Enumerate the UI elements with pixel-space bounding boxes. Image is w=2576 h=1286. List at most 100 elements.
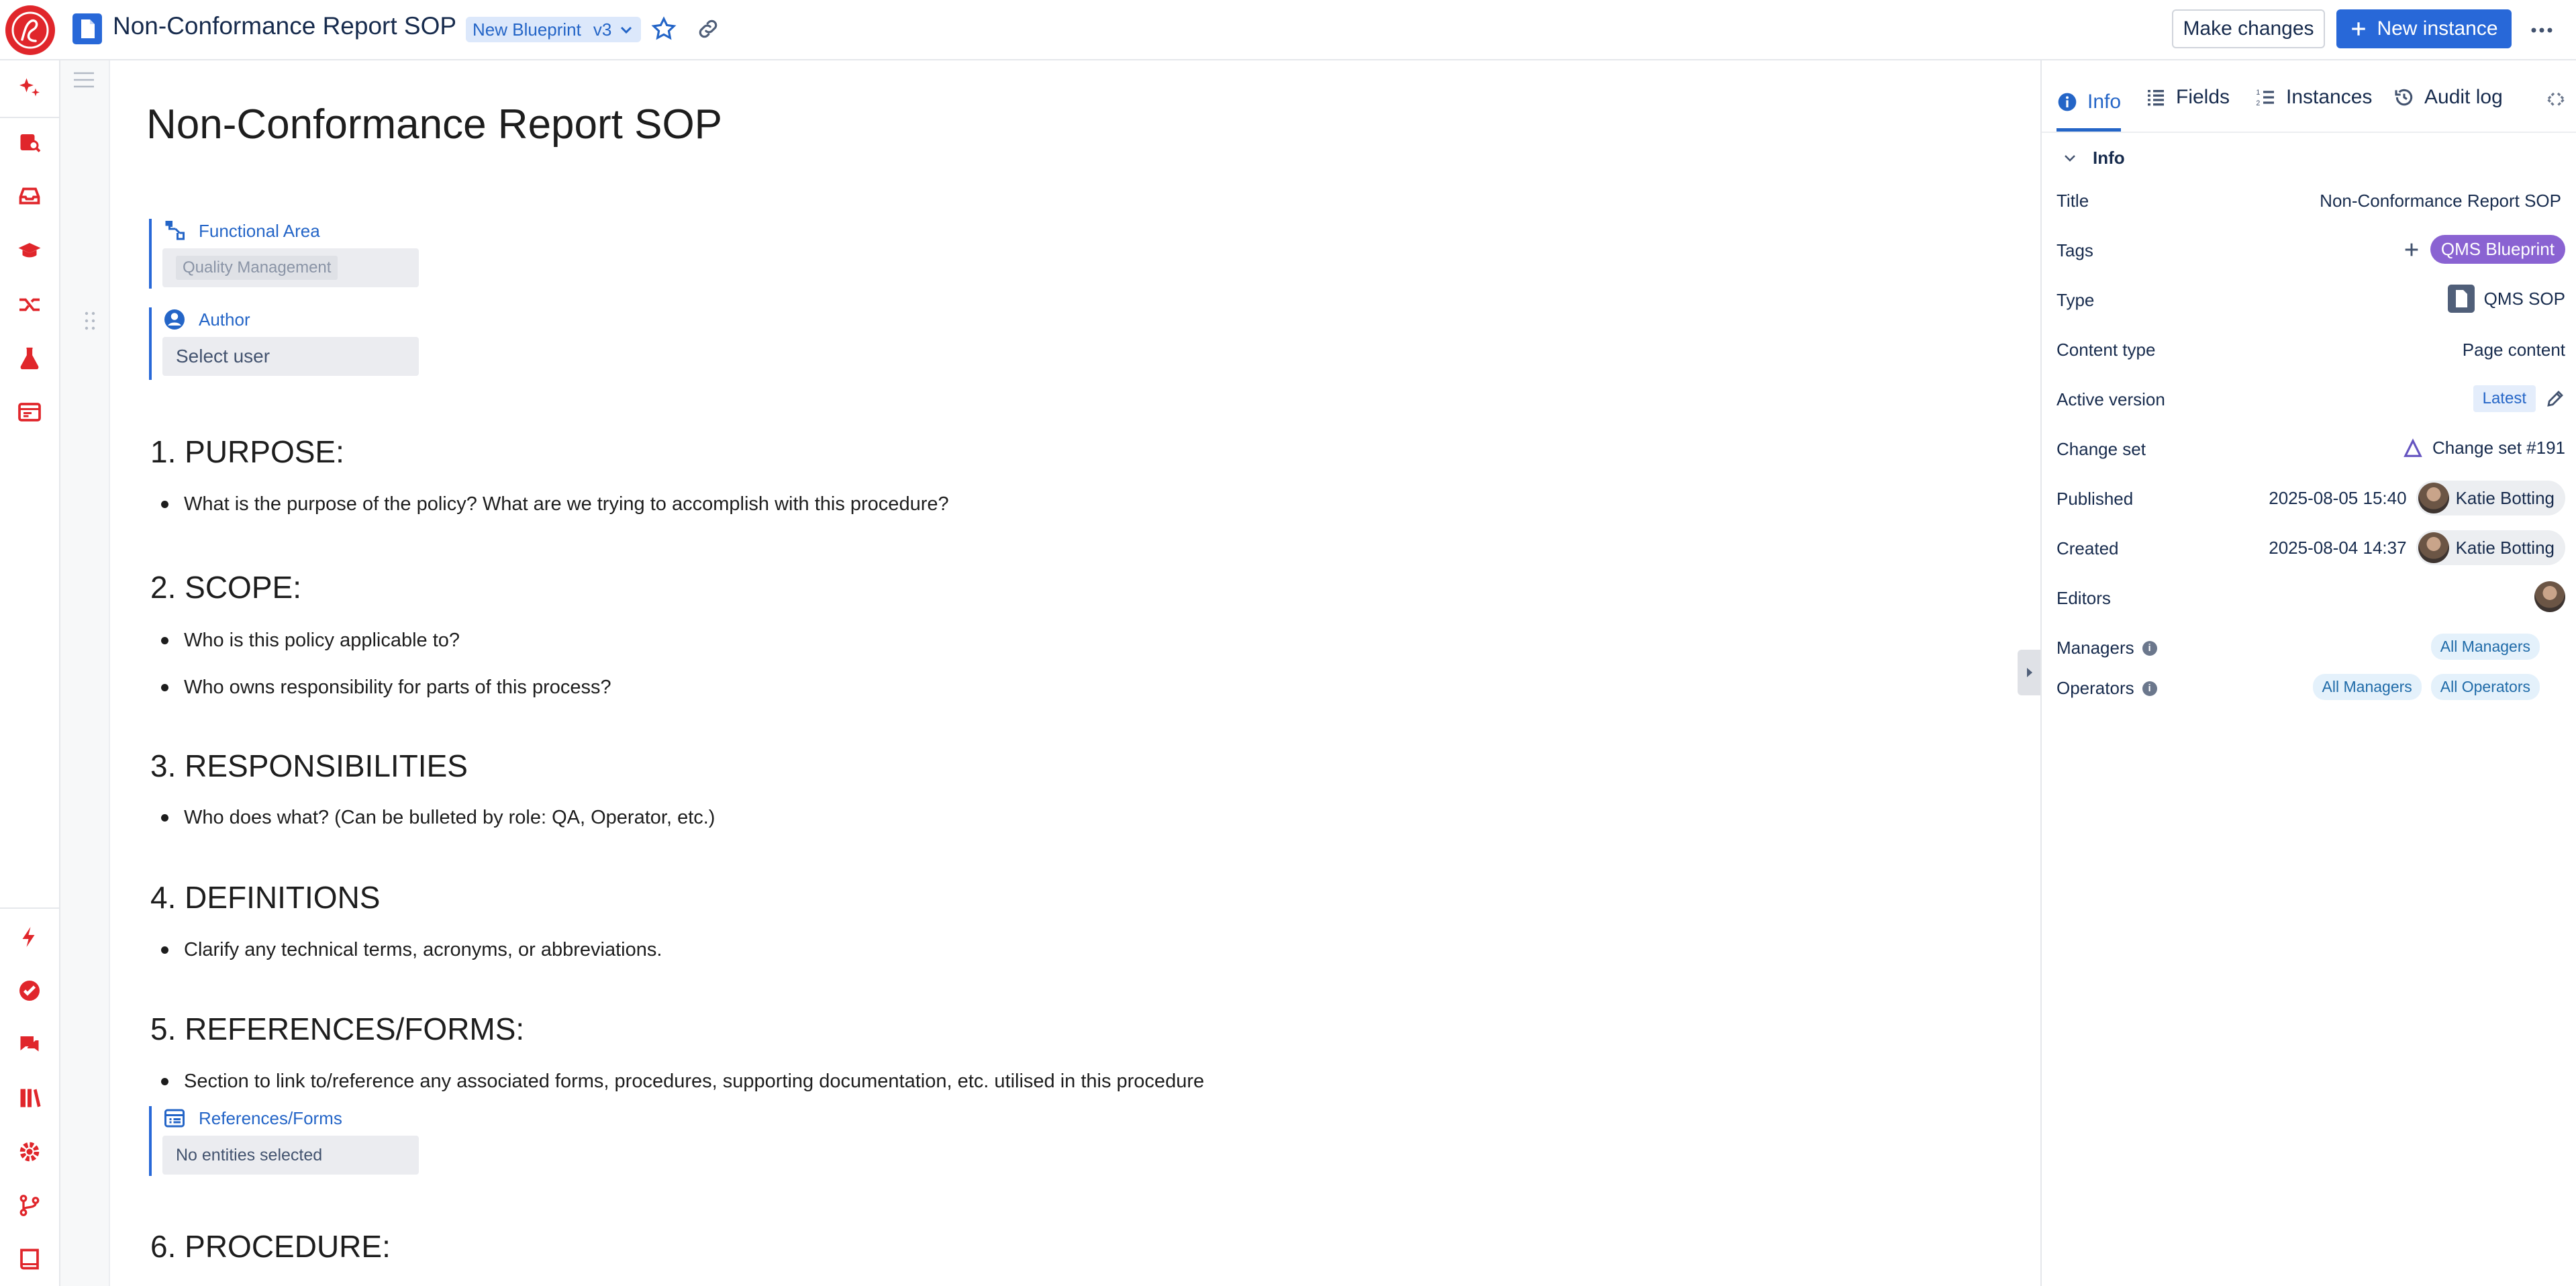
search-records-icon[interactable] [15,128,44,157]
change-set-icon [2404,438,2422,457]
operators-value: All Managers All Operators [2312,674,2540,700]
numbered-list-icon: 12 [2256,89,2274,107]
user-icon [164,309,185,330]
tab-audit-log[interactable]: Audit log [2393,75,2503,119]
plus-icon [2352,22,2366,36]
tab-fields-label: Fields [2176,86,2230,108]
inbox-icon[interactable] [15,181,44,211]
created-date: 2025-08-04 14:37 [2269,537,2407,558]
team-pill[interactable]: All Managers [2312,674,2422,700]
top-bar: Non-Conformance Report SOP New Blueprint… [0,0,2576,60]
caret-right-icon [2027,668,2032,677]
tab-audit-log-label: Audit log [2424,86,2503,108]
functional-area-chip: Quality Management [176,256,338,280]
add-tag-icon[interactable] [2402,240,2421,259]
library-icon[interactable] [15,1083,44,1113]
published-date: 2025-08-05 15:40 [2269,487,2407,508]
tag-pill[interactable]: QMS Blueprint [2430,235,2565,264]
change-set-value[interactable]: Change set #191 [2403,438,2565,458]
book-icon[interactable] [15,1244,44,1274]
managers-label: Managers [2057,638,2134,658]
lightning-icon[interactable] [15,922,44,952]
branch-icon[interactable] [15,1191,44,1220]
info-section-title: Info [2093,148,2125,168]
svg-text:2: 2 [2256,99,2260,107]
managers-label-row: Managers i [2057,638,2157,658]
training-icon[interactable] [15,236,44,266]
section-heading-definitions: 4. DEFINITIONS [150,880,381,915]
rail-divider [0,117,59,118]
chevron-down-icon [618,21,634,38]
app-logo[interactable] [5,5,55,55]
content-type-value: Page content [2462,340,2565,360]
info-section-toggle[interactable]: Info [2062,148,2125,168]
list-item: Clarify any technical terms, acronyms, o… [161,939,662,961]
type-value: QMS SOP [2447,285,2565,313]
info-icon[interactable]: i [2142,640,2157,656]
change-set-label: Change set [2057,439,2146,459]
dashboard-icon[interactable] [15,397,44,427]
tab-info[interactable]: Info [2057,75,2122,132]
document-icon [72,13,102,44]
details-panel: Info Fields 12 Instances Audit log Info … [2040,60,2576,1286]
section-heading-references: 5. REFERENCES/FORMS: [150,1011,525,1046]
outline-menu-icon[interactable] [72,70,95,90]
panel-collapse-toggle[interactable] [2018,650,2042,695]
list-item: Who is this policy applicable to? [161,630,460,652]
author-select[interactable]: Select user [162,337,419,376]
managers-value: All Managers [2430,634,2540,660]
references-forms-select[interactable]: No entities selected [162,1136,419,1175]
version-label: v3 [593,19,612,40]
change-set-text: Change set #191 [2432,438,2565,458]
created-value: 2025-08-04 14:37 Katie Botting [2269,530,2565,565]
new-instance-button[interactable]: New instance [2336,9,2512,48]
editor-avatar[interactable] [2534,581,2565,612]
tab-divider [2042,132,2576,133]
team-pill[interactable]: All Operators [2430,674,2540,700]
created-user[interactable]: Katie Botting [2416,530,2565,565]
left-navigation-rail [0,60,60,1286]
tab-info-label: Info [2087,90,2122,113]
drag-handle-icon[interactable] [83,310,97,332]
created-user-name: Katie Botting [2455,537,2555,558]
lab-flask-icon[interactable] [15,344,44,373]
operators-label-row: Operators i [2057,678,2157,699]
tab-instances[interactable]: 12 Instances [2255,75,2372,119]
avatar [2418,483,2449,513]
rail-divider [0,907,59,909]
edit-pencil-icon[interactable] [2545,389,2565,409]
list-item: Who owns responsibility for parts of thi… [161,677,611,699]
tags-label: Tags [2057,240,2093,260]
panel-collapse-icon[interactable] [2544,87,2568,111]
tab-fields[interactable]: Fields [2145,75,2230,119]
section-heading-responsibilities: 3. RESPONSIBILITIES [150,748,468,783]
author-label: Author [199,309,250,330]
more-options-icon[interactable] [2530,19,2553,42]
references-forms-field: References/Forms No entities selected [149,1106,419,1176]
functional-area-icon [165,221,185,240]
section-heading-purpose: 1. PURPOSE: [150,434,344,469]
published-user-name: Katie Botting [2455,487,2555,508]
check-circle-icon[interactable] [15,976,44,1005]
page-title: Non-Conformance Report SOP [113,12,457,40]
chevron-down-icon [2065,154,2075,162]
settings-gear-icon[interactable] [15,1137,44,1167]
type-label: Type [2057,290,2095,310]
star-icon[interactable] [651,16,677,42]
document-title[interactable]: Non-Conformance Report SOP [146,101,722,148]
make-changes-button[interactable]: Make changes [2172,9,2325,48]
created-label: Created [2057,538,2119,558]
published-user[interactable]: Katie Botting [2416,481,2565,515]
list-item: Section to link to/reference any associa… [161,1071,1204,1093]
chat-icon[interactable] [15,1030,44,1059]
avatar [2418,532,2449,563]
link-icon[interactable] [695,16,721,42]
info-icon[interactable]: i [2142,681,2157,696]
ai-sparkle-icon[interactable] [15,72,44,102]
blueprint-version-selector[interactable]: New Blueprint v3 [466,17,642,42]
functional-area-select[interactable]: Quality Management [162,248,419,287]
logo-icon [11,11,49,49]
author-field: Author Select user [149,307,419,380]
workflow-icon[interactable] [15,290,44,319]
team-pill[interactable]: All Managers [2430,634,2540,660]
